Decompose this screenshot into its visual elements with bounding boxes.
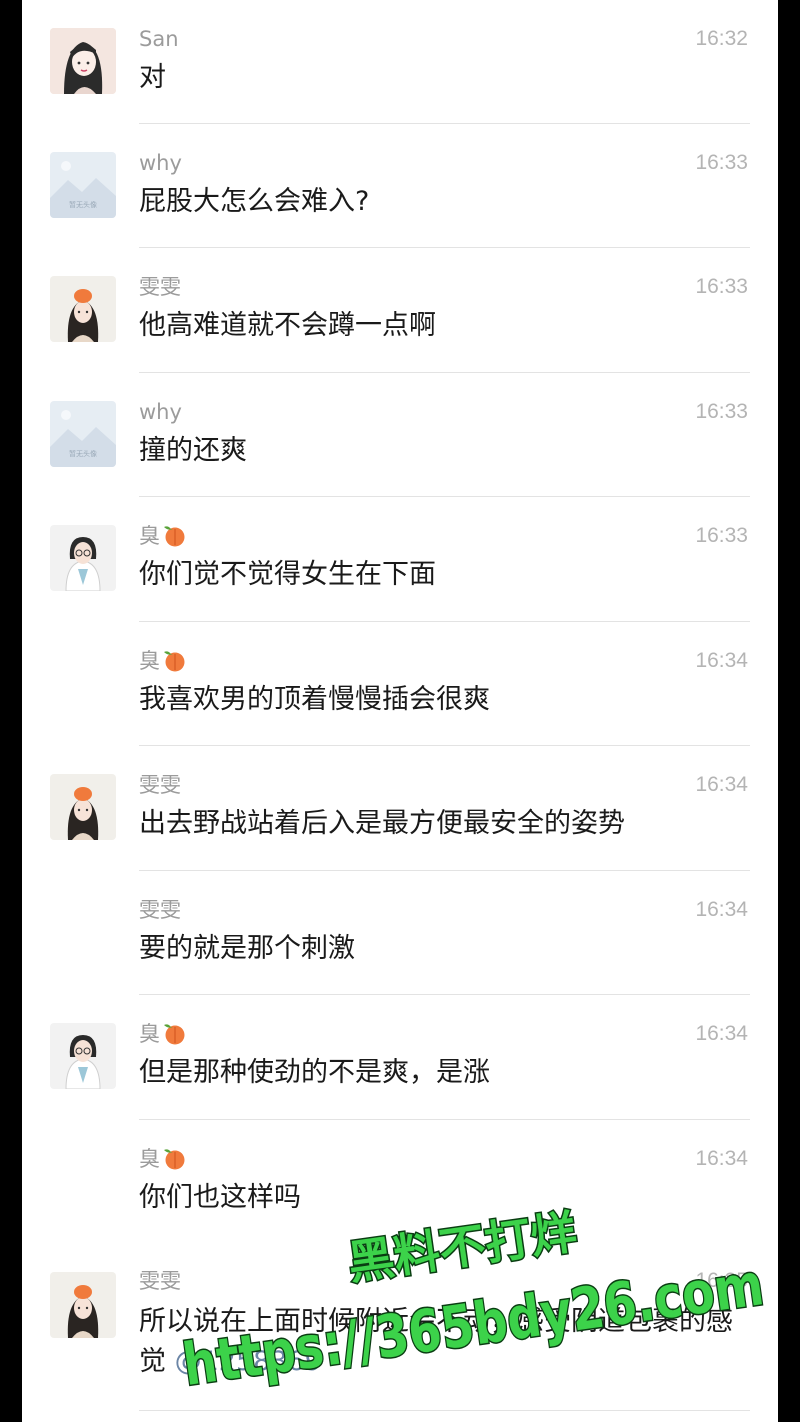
message-time: 16:34 <box>695 1147 748 1170</box>
placeholder-caption: 暂无头像 <box>69 450 97 458</box>
divider <box>139 123 750 124</box>
chat-panel: San 16:32 对 暂无头像 why 16:33 屁股大怎么会难入? 雯雯 … <box>22 0 778 1422</box>
sender-name: 臭 <box>139 1146 188 1172</box>
message-text: 撞的还爽 <box>139 435 247 466</box>
message-time: 16:33 <box>695 524 748 547</box>
message-text: 他高难道就不会蹲一点啊 <box>139 310 436 341</box>
message-text: 你们也这样吗 <box>139 1182 301 1213</box>
message-time: 16:34 <box>695 898 748 921</box>
message-time: 16:33 <box>695 400 748 423</box>
sender-name: 雯雯 <box>139 275 181 299</box>
sender-name: why <box>139 151 182 175</box>
message-time: 16:34 <box>695 1022 748 1045</box>
message-text: 要的就是那个刺激 <box>139 933 355 964</box>
avatar[interactable] <box>50 525 116 591</box>
sender-name: San <box>139 27 179 51</box>
avatar[interactable]: 暂无头像 <box>50 401 116 467</box>
placeholder-caption: 暂无头像 <box>69 201 97 209</box>
message-text: 出去野战站着后入是最方便最安全的姿势 <box>139 808 625 839</box>
message-time: 16:35 <box>695 1269 748 1292</box>
girl-hat-icon <box>50 276 116 342</box>
peach-emoji-icon <box>164 1149 185 1170</box>
avatar[interactable] <box>50 28 116 94</box>
girl-hat-icon <box>50 1272 116 1338</box>
divider <box>139 372 750 373</box>
message-time: 16:32 <box>695 27 748 50</box>
sender-name: 臭 <box>139 1021 188 1047</box>
sender-name: 臭 <box>139 648 188 674</box>
message-text: 你们觉不觉得女生在下面 <box>139 559 436 590</box>
message-time: 16:34 <box>695 649 748 672</box>
message-time: 16:33 <box>695 151 748 174</box>
divider <box>139 1410 750 1411</box>
avatar[interactable]: 暂无头像 <box>50 152 116 218</box>
girl-hat-icon <box>50 774 116 840</box>
divider <box>139 247 750 248</box>
avatar[interactable] <box>50 1023 116 1089</box>
sender-name: why <box>139 400 182 424</box>
sender-name: 臭 <box>139 523 188 549</box>
avatar[interactable] <box>50 774 116 840</box>
avatar[interactable] <box>50 276 116 342</box>
message-text: 对 <box>139 62 166 93</box>
divider <box>139 1119 750 1120</box>
girl-sketch-icon <box>50 28 116 94</box>
mention-link[interactable]: @1258369 <box>175 1346 322 1377</box>
message-text: 所以说在上面时候附近会不动，感受阴道包裹的感觉 @1258369 <box>139 1306 733 1377</box>
avatar[interactable] <box>50 1272 116 1338</box>
divider <box>139 994 750 995</box>
message-text: 但是那种使劲的不是爽，是涨 <box>139 1057 490 1088</box>
message-time: 16:33 <box>695 275 748 298</box>
peach-emoji-icon <box>164 651 185 672</box>
peach-emoji-icon <box>164 526 185 547</box>
message-time: 16:34 <box>695 773 748 796</box>
message-text: 我喜欢男的顶着慢慢插会很爽 <box>139 684 490 715</box>
divider <box>139 496 750 497</box>
doctor-avatar-icon <box>50 525 116 591</box>
peach-emoji-icon <box>164 1024 185 1045</box>
message-text: 屁股大怎么会难入? <box>139 186 370 217</box>
divider <box>139 621 750 622</box>
sender-name: 雯雯 <box>139 773 181 797</box>
sender-name: 雯雯 <box>139 1269 181 1293</box>
doctor-avatar-icon <box>50 1023 116 1089</box>
sender-name: 雯雯 <box>139 898 181 922</box>
divider <box>139 745 750 746</box>
divider <box>139 870 750 871</box>
